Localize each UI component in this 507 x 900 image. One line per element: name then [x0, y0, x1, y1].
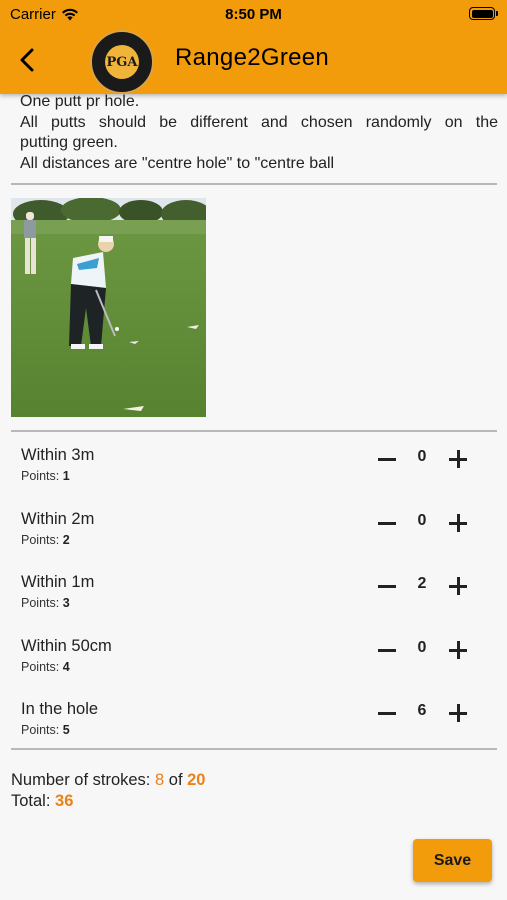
increment-button[interactable]: [445, 510, 471, 536]
count-value: 0: [417, 512, 427, 529]
decrement-button[interactable]: [374, 573, 400, 599]
strokes-line: Number of strokes: 8 of 20: [11, 771, 206, 789]
divider: [11, 430, 497, 432]
score-summary: Number of strokes: 8 of 20 Total: 36: [11, 770, 205, 812]
score-row: Within 2m Points: 2 0: [0, 510, 507, 570]
points-text: Points: 3: [21, 596, 70, 610]
divider: [11, 748, 497, 750]
description-line: One putt pr hole.: [20, 93, 140, 110]
points-value: 3: [62, 596, 70, 610]
score-row: Within 1m Points: 3 2: [0, 573, 507, 633]
decrement-button[interactable]: [374, 446, 400, 472]
points-value: 1: [62, 469, 70, 483]
divider: [11, 183, 497, 185]
strokes-total: 20: [187, 771, 206, 789]
app-header: Carrier 8:50 PM PGA Range2Green: [0, 0, 507, 94]
increment-button[interactable]: [445, 446, 471, 472]
distance-label: Within 50cm: [21, 637, 112, 655]
increment-button[interactable]: [445, 637, 471, 663]
points-value: 4: [62, 660, 70, 674]
distance-label: Within 1m: [21, 573, 95, 591]
count-value: 0: [417, 639, 427, 656]
description-line: All distances are "centre hole" to "cent…: [20, 154, 335, 172]
chevron-left-icon: [20, 48, 34, 72]
description-line: All putts should be different and chosen…: [20, 113, 498, 131]
count-value: 6: [417, 702, 427, 719]
total-value: 36: [55, 792, 74, 810]
total-line: Total: 36: [11, 792, 74, 810]
exercise-photo: [11, 198, 206, 417]
distance-label: In the hole: [21, 700, 99, 718]
increment-button[interactable]: [445, 700, 471, 726]
exercise-description: One putt pr hole. All putts should be di…: [20, 92, 498, 174]
count-value: 2: [417, 575, 427, 592]
score-row: In the hole Points: 5 6: [0, 700, 507, 760]
distance-label: Within 3m: [21, 446, 95, 464]
battery-icon: [469, 7, 498, 20]
status-time: 8:50 PM: [225, 6, 282, 23]
status-bar: Carrier 8:50 PM: [0, 0, 507, 28]
strokes-value: 8: [154, 771, 165, 789]
distance-label: Within 2m: [21, 510, 95, 528]
points-text: Points: 2: [21, 533, 70, 547]
points-value: 2: [62, 533, 70, 547]
score-row: Within 3m Points: 1 0: [0, 446, 507, 506]
decrement-button[interactable]: [374, 510, 400, 536]
logo-text: PGA: [105, 45, 139, 79]
description-line: putting green.: [20, 134, 118, 151]
decrement-button[interactable]: [374, 700, 400, 726]
points-text: Points: 5: [21, 723, 70, 737]
points-text: Points: 1: [21, 469, 70, 483]
increment-button[interactable]: [445, 573, 471, 599]
pga-logo: PGA: [90, 30, 154, 94]
back-button[interactable]: [14, 44, 42, 76]
decrement-button[interactable]: [374, 637, 400, 663]
points-text: Points: 4: [21, 660, 70, 674]
page-title: Range2Green: [175, 44, 330, 71]
count-value: 0: [417, 448, 427, 465]
save-button[interactable]: Save: [413, 839, 492, 882]
points-value: 5: [62, 723, 70, 737]
score-row: Within 50cm Points: 4 0: [0, 637, 507, 697]
